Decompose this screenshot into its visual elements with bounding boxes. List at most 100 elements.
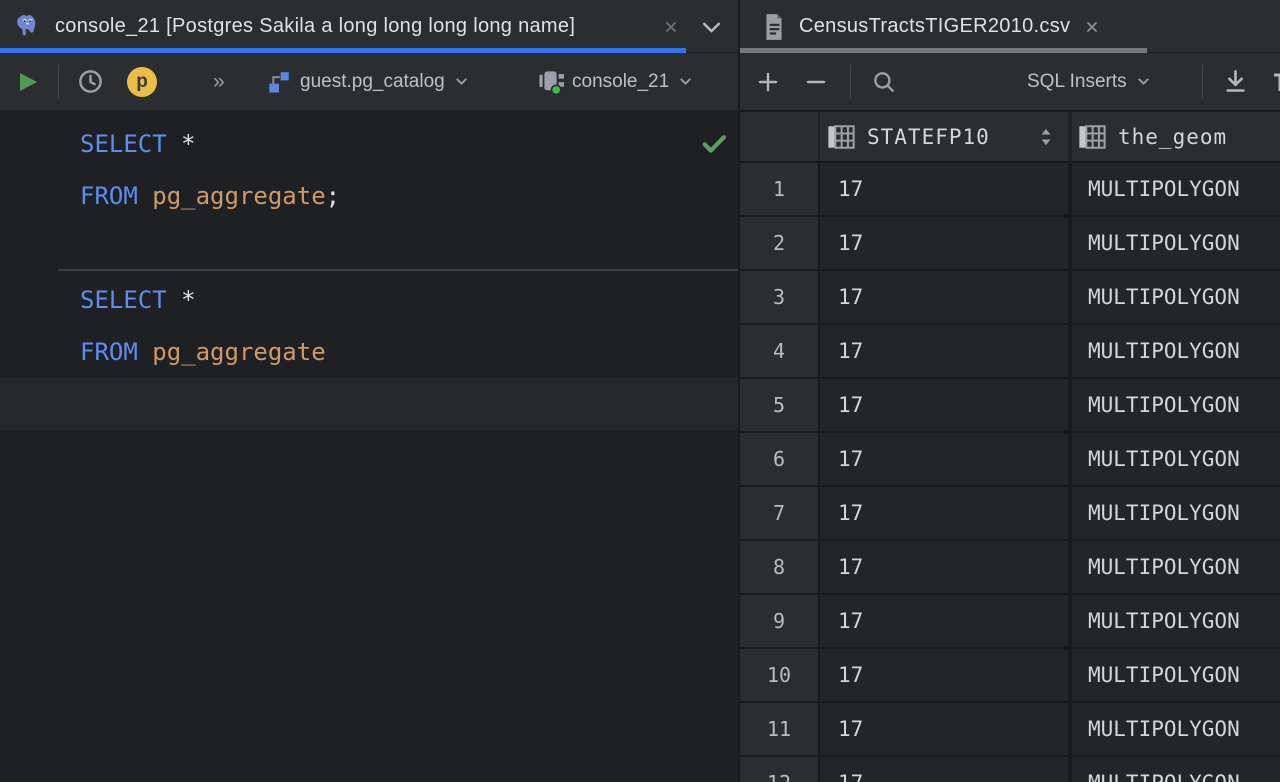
table-row: 1017MULTIPOLYGON <box>740 649 1280 703</box>
tab-title: CensusTractsTIGER2010.csv <box>799 15 1070 38</box>
table-cell[interactable]: 17 <box>818 595 1068 647</box>
minus-icon[interactable] <box>804 53 828 110</box>
code-line: FROM pg_aggregate <box>0 326 738 378</box>
table-body: 117MULTIPOLYGON217MULTIPOLYGON317MULTIPO… <box>740 163 1280 782</box>
sql-token <box>138 338 152 366</box>
row-number[interactable]: 1 <box>740 163 818 215</box>
column-header-the-geom[interactable]: the_geom <box>1068 112 1280 161</box>
data-grid: STATEFP10 the_geom <box>740 110 1280 782</box>
pane-divider <box>738 0 740 782</box>
data-grid-toolbar: SQL Inserts T <box>740 53 1280 110</box>
tab-sql-console[interactable]: console_21 [Postgres Sakila a long long … <box>0 0 686 53</box>
table-cell[interactable]: MULTIPOLYGON <box>1068 649 1280 701</box>
row-number[interactable]: 11 <box>740 703 818 755</box>
row-number[interactable]: 3 <box>740 271 818 323</box>
export-format-selector[interactable]: SQL Inserts <box>1027 53 1152 110</box>
row-number-header[interactable] <box>740 112 818 161</box>
sort-icon[interactable] <box>1038 127 1054 147</box>
table-row: 1217MULTIPOLYGON <box>740 757 1280 782</box>
row-number[interactable]: 2 <box>740 217 818 269</box>
table-cell[interactable]: MULTIPOLYGON <box>1068 541 1280 593</box>
close-icon[interactable] <box>1083 18 1101 36</box>
table-cell[interactable]: MULTIPOLYGON <box>1068 433 1280 485</box>
tab-csv-file[interactable]: CensusTractsTIGER2010.csv <box>740 0 1147 53</box>
table-cell[interactable]: 17 <box>818 541 1068 593</box>
csv-file-icon <box>763 13 785 41</box>
sql-token: * <box>181 130 195 158</box>
close-icon[interactable] <box>662 18 680 36</box>
tab-title: console_21 [Postgres Sakila a long long … <box>55 15 575 38</box>
sql-token: pg_aggregate <box>152 338 325 366</box>
code-line: FROM pg_aggregate; <box>0 170 738 222</box>
column-label: STATEFP10 <box>867 125 990 149</box>
chevron-down-icon <box>453 73 470 90</box>
row-number[interactable]: 10 <box>740 649 818 701</box>
table-cell[interactable]: 17 <box>818 217 1068 269</box>
download-icon[interactable] <box>1222 53 1249 110</box>
console-icon <box>537 69 564 94</box>
table-row: 317MULTIPOLYGON <box>740 271 1280 325</box>
console-selector-label: console_21 <box>572 71 669 93</box>
table-cell[interactable]: MULTIPOLYGON <box>1068 163 1280 215</box>
sql-code: SELECT *FROM pg_aggregate;SELECT *FROM p… <box>0 118 738 430</box>
row-number[interactable]: 12 <box>740 757 818 782</box>
column-icon <box>1078 125 1106 149</box>
sql-token: FROM <box>80 338 138 366</box>
table-row: 917MULTIPOLYGON <box>740 595 1280 649</box>
table-cell[interactable]: 17 <box>818 703 1068 755</box>
table-cell[interactable]: MULTIPOLYGON <box>1068 325 1280 377</box>
table-cell[interactable]: MULTIPOLYGON <box>1068 271 1280 323</box>
table-cell[interactable]: 17 <box>818 379 1068 431</box>
sql-token: SELECT <box>80 130 167 158</box>
plus-icon[interactable] <box>756 53 780 110</box>
row-number[interactable]: 4 <box>740 325 818 377</box>
table-row: 717MULTIPOLYGON <box>740 487 1280 541</box>
ide-window: console_21 [Postgres Sakila a long long … <box>0 0 1280 782</box>
column-icon <box>827 125 855 149</box>
sql-editor[interactable]: SELECT *FROM pg_aggregate;SELECT *FROM p… <box>0 110 738 782</box>
table-cell[interactable]: 17 <box>818 271 1068 323</box>
toolbar-separator <box>850 65 851 98</box>
table-row: 117MULTIPOLYGON <box>740 163 1280 217</box>
sql-token <box>167 286 181 314</box>
sql-token: pg_aggregate <box>152 182 325 210</box>
chevron-down-icon[interactable] <box>699 15 724 40</box>
editor-tab-bar: console_21 [Postgres Sakila a long long … <box>0 0 1280 53</box>
chevron-down-icon <box>677 73 694 90</box>
table-row: 517MULTIPOLYGON <box>740 379 1280 433</box>
profile-badge[interactable]: p <box>127 53 157 110</box>
table-cell[interactable]: MULTIPOLYGON <box>1068 703 1280 755</box>
row-number[interactable]: 9 <box>740 595 818 647</box>
table-row: 817MULTIPOLYGON <box>740 541 1280 595</box>
sql-console-toolbar: p » guest.pg_catalog <box>0 53 738 110</box>
table-cell[interactable]: 17 <box>818 649 1068 701</box>
table-cell[interactable]: MULTIPOLYGON <box>1068 217 1280 269</box>
row-number[interactable]: 5 <box>740 379 818 431</box>
postgresql-icon <box>14 13 41 40</box>
statement-separator <box>58 269 738 271</box>
row-number[interactable]: 6 <box>740 433 818 485</box>
table-cell[interactable]: 17 <box>818 487 1068 539</box>
schema-selector[interactable]: guest.pg_catalog <box>266 53 470 110</box>
console-session-selector[interactable]: console_21 <box>537 53 694 110</box>
table-cell[interactable]: 17 <box>818 163 1068 215</box>
table-row: 617MULTIPOLYGON <box>740 433 1280 487</box>
table-cell[interactable]: MULTIPOLYGON <box>1068 757 1280 782</box>
schema-selector-label: guest.pg_catalog <box>300 71 445 93</box>
table-cell[interactable]: 17 <box>818 757 1068 782</box>
column-header-statefp10[interactable]: STATEFP10 <box>818 112 1068 161</box>
selected-tab-underline <box>740 48 1147 53</box>
table-cell[interactable]: 17 <box>818 433 1068 485</box>
table-cell[interactable]: MULTIPOLYGON <box>1068 595 1280 647</box>
table-cell[interactable]: MULTIPOLYGON <box>1068 487 1280 539</box>
table-cell[interactable]: MULTIPOLYGON <box>1068 379 1280 431</box>
play-icon[interactable] <box>16 53 40 110</box>
column-label: the_geom <box>1118 125 1227 149</box>
clipped-toolbar-icon[interactable]: T <box>1273 69 1280 95</box>
table-cell[interactable]: 17 <box>818 325 1068 377</box>
search-icon[interactable] <box>871 53 897 110</box>
row-number[interactable]: 8 <box>740 541 818 593</box>
more-toolbar-items[interactable]: » <box>213 53 226 110</box>
clock-icon[interactable] <box>77 53 104 110</box>
row-number[interactable]: 7 <box>740 487 818 539</box>
